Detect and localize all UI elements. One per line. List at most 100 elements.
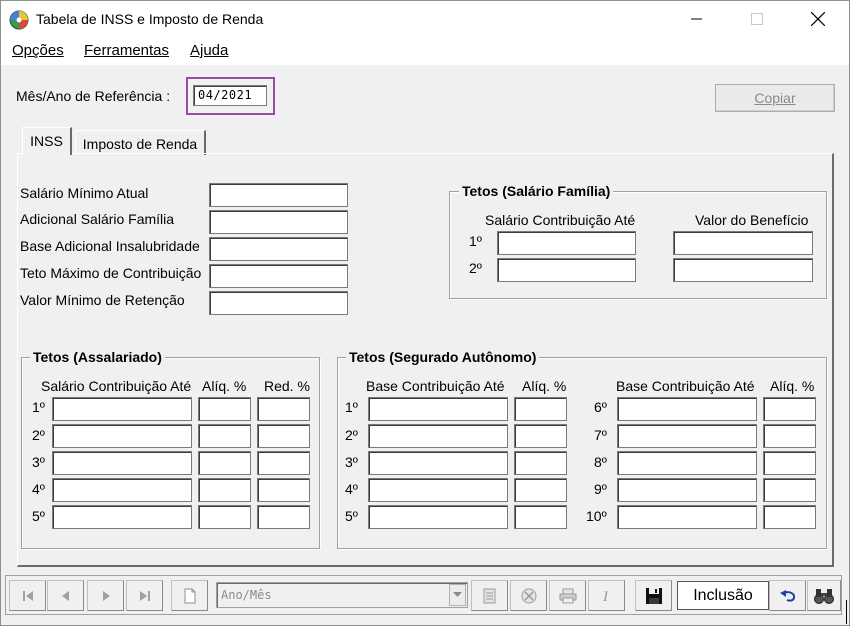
autonomo-base-10-input[interactable] xyxy=(617,505,757,529)
assalariado-aliq-3-input[interactable] xyxy=(198,451,251,475)
assalariado-salario-2-input[interactable] xyxy=(52,424,192,448)
autonomo-aliq-2-input[interactable] xyxy=(514,424,567,448)
autonomo-base-3-input[interactable] xyxy=(368,451,508,475)
assalariado-salario-4-input[interactable] xyxy=(52,478,192,502)
assalariado-aliq-1-input[interactable] xyxy=(198,397,251,421)
autonomo-base-8-input[interactable] xyxy=(617,451,757,475)
familia-salario-1-input[interactable] xyxy=(497,231,636,255)
autonomo-aliq-9-input[interactable] xyxy=(763,478,816,502)
delete-button[interactable] xyxy=(510,580,547,611)
italic-button[interactable]: I xyxy=(588,580,625,611)
minimize-button[interactable] xyxy=(667,1,727,37)
familia-beneficio-1-input[interactable] xyxy=(673,231,813,255)
last-record-icon xyxy=(139,590,150,601)
salario-minimo-input[interactable] xyxy=(209,183,348,207)
base-insalubridade-input[interactable] xyxy=(209,237,348,261)
assalariado-aliq-4-input[interactable] xyxy=(198,478,251,502)
next-record-icon xyxy=(102,590,110,601)
familia-row-label: 2º xyxy=(469,260,482,276)
autonomo-aliq-1-input[interactable] xyxy=(514,397,567,421)
familia-salario-2-input[interactable] xyxy=(497,258,636,282)
assalariado-red-5-input[interactable] xyxy=(257,505,310,529)
save-icon xyxy=(645,587,662,604)
autonomo-aliq-5-input[interactable] xyxy=(514,505,567,529)
edit-button[interactable] xyxy=(471,580,508,611)
assalariado-row-label: 5º xyxy=(32,508,45,524)
autonomo-aliq-10-input[interactable] xyxy=(763,505,816,529)
familia-col-salario: Salário Contribuição Até xyxy=(485,212,636,228)
menu-ajuda[interactable]: Ajuda xyxy=(190,42,228,59)
undo-button[interactable] xyxy=(769,580,806,611)
last-record-button[interactable] xyxy=(126,580,163,611)
autonomo-col-base-right: Base Contribuição Até xyxy=(616,378,755,394)
tab-inss[interactable]: INSS xyxy=(22,127,72,155)
group-title-autonomo: Tetos (Segurado Autônomo) xyxy=(346,349,540,365)
assalariado-salario-5-input[interactable] xyxy=(52,505,192,529)
minimize-icon xyxy=(691,18,702,20)
new-document-icon xyxy=(184,588,195,603)
new-document-button[interactable] xyxy=(171,580,208,611)
autonomo-base-4-input[interactable] xyxy=(368,478,508,502)
autonomo-row-label: 8º xyxy=(594,454,607,470)
edit-icon xyxy=(483,588,495,603)
assalariado-salario-3-input[interactable] xyxy=(52,451,192,475)
autonomo-base-6-input[interactable] xyxy=(617,397,757,421)
autonomo-aliq-4-input[interactable] xyxy=(514,478,567,502)
copy-button[interactable]: Copiar xyxy=(715,84,835,112)
period-combo[interactable]: Ano/Mês xyxy=(216,582,468,608)
search-button[interactable] xyxy=(807,580,841,611)
autonomo-base-5-input[interactable] xyxy=(368,505,508,529)
tab-imposto-de-renda[interactable]: Imposto de Renda xyxy=(75,130,206,155)
prev-record-button[interactable] xyxy=(47,580,84,611)
autonomo-row-label: 1º xyxy=(345,399,358,415)
assalariado-red-1-input[interactable] xyxy=(257,397,310,421)
assalariado-row-label: 2º xyxy=(32,427,45,443)
assalariado-red-4-input[interactable] xyxy=(257,478,310,502)
next-record-button[interactable] xyxy=(87,580,124,611)
autonomo-row-label: 2º xyxy=(345,427,358,443)
status-field: Inclusão xyxy=(677,581,769,610)
autonomo-aliq-6-input[interactable] xyxy=(763,397,816,421)
autonomo-base-9-input[interactable] xyxy=(617,478,757,502)
autonomo-row-label: 10º xyxy=(586,508,607,524)
close-button[interactable] xyxy=(788,1,848,37)
reference-date-label: Mês/Ano de Referência : xyxy=(16,88,171,104)
reference-date-input[interactable]: 04/2021 xyxy=(193,85,267,106)
field-label-adicional-familia: Adicional Salário Família xyxy=(20,211,175,227)
autonomo-row-label: 9º xyxy=(594,481,607,497)
menu-bar: Opções Ferramentas Ajuda xyxy=(1,37,849,65)
autonomo-aliq-8-input[interactable] xyxy=(763,451,816,475)
delete-icon xyxy=(521,588,536,603)
print-button[interactable] xyxy=(549,580,586,611)
autonomo-base-1-input[interactable] xyxy=(368,397,508,421)
autonomo-col-aliq-right: Alíq. % xyxy=(770,378,815,394)
assalariado-row-label: 4º xyxy=(32,481,45,497)
adicional-familia-input[interactable] xyxy=(209,210,348,234)
field-label-valor-minimo: Valor Mínimo de Retenção xyxy=(20,292,185,308)
autonomo-base-2-input[interactable] xyxy=(368,424,508,448)
autonomo-row-label: 4º xyxy=(345,481,358,497)
assalariado-red-3-input[interactable] xyxy=(257,451,310,475)
assalariado-col-aliq: Alíq. % xyxy=(202,378,247,394)
first-record-button[interactable] xyxy=(9,580,46,611)
maximize-button[interactable] xyxy=(727,1,787,37)
teto-maximo-input[interactable] xyxy=(209,264,348,288)
menu-opcoes[interactable]: Opções xyxy=(12,42,64,59)
print-icon xyxy=(559,588,576,603)
chevron-down-icon[interactable] xyxy=(449,584,466,606)
group-title-assalariado: Tetos (Assalariado) xyxy=(30,349,165,365)
app-window: Tabela de INSS e Imposto de Renda Opções… xyxy=(0,0,850,626)
autonomo-row-label: 7º xyxy=(594,427,607,443)
save-button[interactable] xyxy=(635,580,672,611)
assalariado-aliq-2-input[interactable] xyxy=(198,424,251,448)
menu-ferramentas[interactable]: Ferramentas xyxy=(84,42,169,59)
autonomo-row-label: 5º xyxy=(345,508,358,524)
autonomo-aliq-7-input[interactable] xyxy=(763,424,816,448)
assalariado-red-2-input[interactable] xyxy=(257,424,310,448)
autonomo-base-7-input[interactable] xyxy=(617,424,757,448)
autonomo-aliq-3-input[interactable] xyxy=(514,451,567,475)
assalariado-aliq-5-input[interactable] xyxy=(198,505,251,529)
assalariado-salario-1-input[interactable] xyxy=(52,397,192,421)
valor-minimo-input[interactable] xyxy=(209,291,348,315)
familia-beneficio-2-input[interactable] xyxy=(673,258,813,282)
